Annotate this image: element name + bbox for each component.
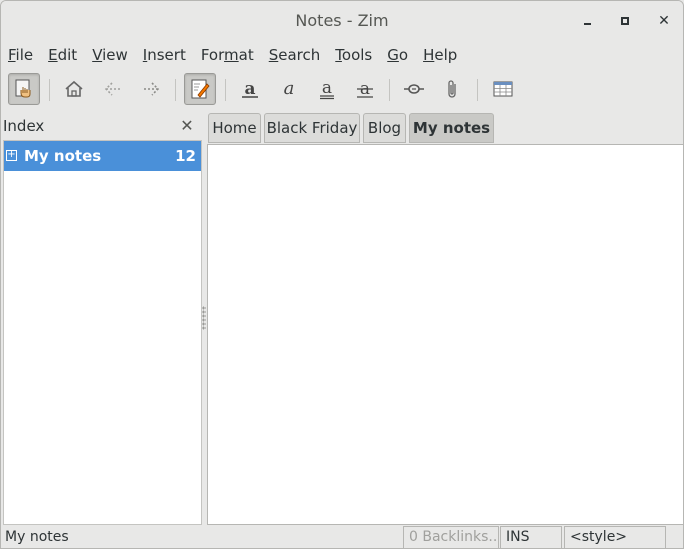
back-icon (104, 82, 120, 96)
pane-resize-handle[interactable] (202, 306, 206, 330)
attach-icon (448, 80, 456, 98)
toolbar-separator (389, 79, 390, 101)
link-icon (404, 84, 424, 94)
menu-view[interactable]: View (92, 46, 128, 64)
tab-my-notes[interactable]: My notes (409, 113, 494, 143)
index-item-my-notes[interactable]: + My notes 12 (4, 141, 201, 171)
maximize-icon (621, 17, 629, 25)
underline-icon: a (320, 78, 334, 100)
backlinks-button[interactable]: 0 Backlinks... (403, 526, 499, 548)
bold-icon: a (242, 79, 258, 99)
maximize-button[interactable] (615, 11, 635, 31)
index-item-count: 12 (175, 147, 196, 165)
toolbar-separator (175, 79, 176, 101)
toolbar-separator (477, 79, 478, 101)
index-title: Index (3, 117, 45, 135)
insert-link-button[interactable] (398, 73, 430, 105)
close-window-button[interactable]: ✕ (654, 11, 674, 31)
close-icon: ✕ (180, 115, 194, 135)
tab-black-friday[interactable]: Black Friday (264, 113, 360, 143)
index-tree: + My notes 12 (3, 140, 202, 525)
svg-text:a: a (322, 78, 332, 98)
menu-insert[interactable]: Insert (143, 46, 186, 64)
menu-go[interactable]: Go (387, 46, 408, 64)
insert-mode-indicator: INS (500, 526, 562, 548)
style-indicator: <style> (564, 526, 666, 548)
toolbar-separator (225, 79, 226, 101)
edit-mode-icon (191, 79, 210, 99)
close-icon: ✕ (658, 13, 670, 29)
strikethrough-icon: a (357, 79, 373, 99)
menu-help[interactable]: Help (423, 46, 457, 64)
app-window: Notes - Zim ✕ File Edit View Insert Form… (0, 0, 684, 549)
read-only-toggle-icon (15, 79, 31, 98)
expander-icon[interactable]: + (6, 150, 17, 161)
title-bar: Notes - Zim ✕ (1, 1, 683, 41)
minimize-icon (583, 23, 591, 25)
table-icon (493, 81, 513, 97)
index-pane-header: Index ✕ (1, 114, 203, 140)
tab-home[interactable]: Home (208, 113, 261, 143)
italic-button[interactable]: a (273, 73, 305, 105)
home-icon (65, 80, 83, 97)
toolbar: a a a a (1, 69, 683, 109)
italic-icon: a (284, 78, 295, 99)
edit-mode-button[interactable] (184, 73, 216, 105)
status-bar: My notes 0 Backlinks... INS <style> (1, 525, 683, 548)
status-page-name: My notes (5, 529, 69, 545)
page-editor[interactable] (207, 144, 683, 525)
underline-button[interactable]: a (311, 73, 343, 105)
index-item-label: My notes (24, 147, 102, 165)
menu-tools[interactable]: Tools (335, 46, 372, 64)
menu-format[interactable]: Format (201, 46, 254, 64)
read-only-toggle-button[interactable] (8, 73, 40, 105)
svg-text:a: a (284, 78, 295, 99)
back-button[interactable] (97, 73, 129, 105)
menu-search[interactable]: Search (269, 46, 321, 64)
menu-edit[interactable]: Edit (48, 46, 77, 64)
menu-bar: File Edit View Insert Format Search Tool… (1, 41, 683, 69)
insert-table-button[interactable] (487, 73, 519, 105)
strikethrough-button[interactable]: a (349, 73, 381, 105)
toolbar-separator (49, 79, 50, 101)
attach-file-button[interactable] (437, 73, 469, 105)
svg-text:a: a (244, 79, 255, 99)
menu-file[interactable]: File (8, 46, 33, 64)
tab-blog[interactable]: Blog (363, 113, 406, 143)
home-button[interactable] (58, 73, 90, 105)
forward-button[interactable] (135, 73, 167, 105)
minimize-button[interactable] (577, 11, 597, 31)
forward-icon (144, 82, 160, 96)
close-index-button[interactable]: ✕ (178, 115, 196, 135)
bold-button[interactable]: a (234, 73, 266, 105)
